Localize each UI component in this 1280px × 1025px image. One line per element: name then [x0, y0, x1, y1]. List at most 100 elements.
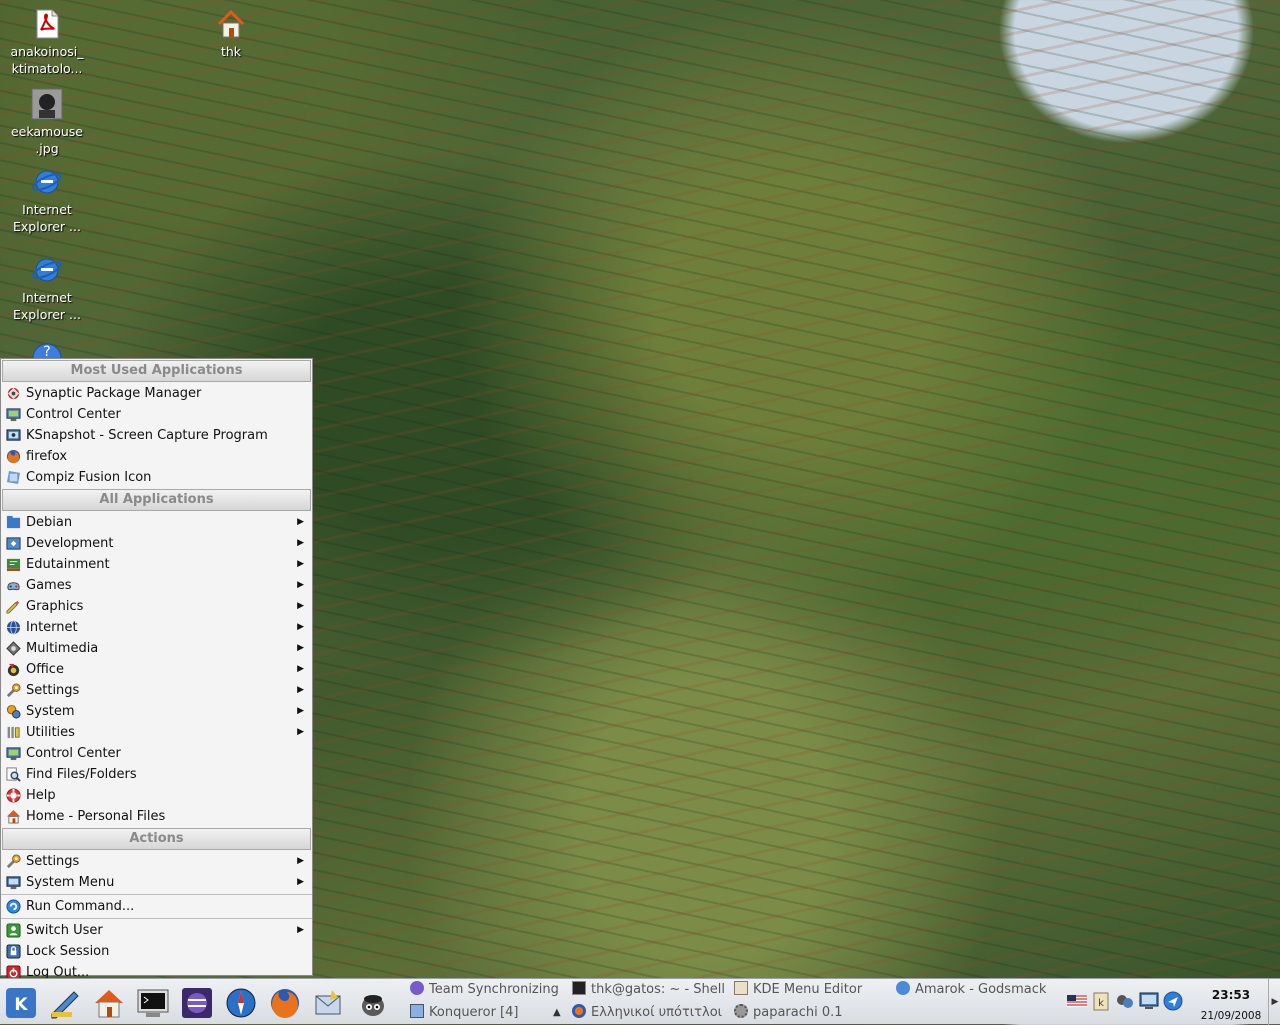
- menu-item-control-center-2[interactable]: Control Center: [1, 743, 312, 764]
- submenu-arrow-icon: ▶: [297, 727, 304, 737]
- us-flag-icon[interactable]: [1067, 991, 1087, 1011]
- menu-item-label: Multimedia: [26, 641, 99, 656]
- klipper-icon[interactable]: k: [1091, 991, 1111, 1011]
- kwrite-icon[interactable]: [48, 986, 82, 1020]
- menu-item-utilities[interactable]: Utilities ▶: [1, 722, 312, 743]
- menu-item-multimedia[interactable]: Multimedia ▶: [1, 638, 312, 659]
- menu-item-development[interactable]: Development ▶: [1, 533, 312, 554]
- menu-item-label: Debian: [26, 515, 73, 530]
- menu-item-system[interactable]: System ▶: [1, 701, 312, 722]
- gimp-icon[interactable]: [356, 986, 390, 1020]
- desktop-icon-label: ktimatolo...: [11, 61, 83, 76]
- menu-item-lock-session[interactable]: Lock Session: [1, 941, 312, 962]
- submenu-arrow-icon: ▶: [297, 685, 304, 695]
- clock-time[interactable]: 23:53: [1200, 988, 1262, 1002]
- menu-item-switch-user[interactable]: Switch User ▶: [1, 920, 312, 941]
- development-icon: [6, 537, 21, 550]
- wifi-icon[interactable]: [1163, 991, 1183, 1011]
- task-shell[interactable]: thk@gatos: ~ - Shell: [572, 979, 724, 1000]
- menu-editor-icon: [734, 981, 748, 995]
- camera-icon: [6, 429, 21, 441]
- desktop-icon-home[interactable]: thk: [189, 8, 273, 60]
- menu-item-label: KSnapshot - Screen Capture Program: [26, 428, 268, 443]
- menu-item-edutainment[interactable]: Edutainment ▶: [1, 554, 312, 575]
- submenu-arrow-icon: ▶: [297, 925, 304, 935]
- games-icon: [7, 582, 20, 591]
- help-desktop-icon[interactable]: ?: [31, 340, 63, 360]
- task-group-arrow[interactable]: ▲: [553, 1002, 565, 1023]
- menu-item-label: firefox: [26, 449, 68, 464]
- task-team-sync[interactable]: Team Synchronizing: [410, 979, 560, 1000]
- desktop-icon-label: thk: [220, 44, 242, 59]
- terminal-icon[interactable]: [136, 986, 170, 1020]
- display-icon[interactable]: [1139, 991, 1159, 1011]
- utilities-icon: [7, 726, 20, 739]
- menu-item-run-command[interactable]: Run Command...: [1, 896, 312, 917]
- task-paparachi[interactable]: paparachi 0.1: [734, 1002, 884, 1023]
- menu-item-office[interactable]: Office ▶: [1, 659, 312, 680]
- svg-text:k: k: [1098, 998, 1104, 1009]
- menu-item-help[interactable]: Help: [1, 785, 312, 806]
- menu-item-home[interactable]: Home - Personal Files: [1, 806, 312, 827]
- desktop-icon-pdf[interactable]: anakoinosi_ ktimatolo...: [5, 8, 89, 77]
- desktop-icon-image[interactable]: eekamouse .jpg: [5, 88, 89, 157]
- menu-item-control-center[interactable]: Control Center: [1, 404, 312, 425]
- mail-icon[interactable]: [312, 986, 346, 1020]
- section-most-used: Most Used Applications: [2, 360, 311, 382]
- menu-item-label: Control Center: [26, 407, 121, 422]
- debian-icon: [6, 515, 21, 529]
- desktop-icon-ie-2[interactable]: Internet Explorer ...: [5, 254, 89, 323]
- desktop-icon-label: Internet: [22, 290, 72, 305]
- konqueror-icon: [410, 1004, 424, 1018]
- desktop-icon-label: Explorer ...: [13, 307, 81, 322]
- task-konqueror[interactable]: Konqueror [4]: [410, 1002, 550, 1023]
- menu-item-system-menu[interactable]: System Menu ▶: [1, 872, 312, 893]
- gear-icon: [734, 1004, 748, 1018]
- firefox-icon[interactable]: [268, 986, 302, 1020]
- submenu-arrow-icon: ▶: [297, 538, 304, 548]
- clock-date[interactable]: 21/09/2008: [1196, 1010, 1266, 1022]
- find-icon: [6, 767, 21, 782]
- switch-user-icon: [6, 923, 21, 938]
- network-icon[interactable]: [1115, 991, 1135, 1011]
- browser-icon[interactable]: [224, 986, 258, 1020]
- menu-item-label: Run Command...: [26, 899, 135, 914]
- menu-item-label: System Menu: [26, 875, 115, 890]
- menu-item-actions-settings[interactable]: Settings ▶: [1, 851, 312, 872]
- multimedia-icon: [6, 641, 21, 656]
- menu-item-internet[interactable]: Internet ▶: [1, 617, 312, 638]
- panel-hide-button[interactable]: ▶: [1268, 979, 1280, 1025]
- menu-item-ksnapshot[interactable]: KSnapshot - Screen Capture Program: [1, 425, 312, 446]
- menu-item-settings[interactable]: Settings ▶: [1, 680, 312, 701]
- menu-item-label: Edutainment: [26, 557, 110, 572]
- task-label: Team Synchronizing: [429, 982, 559, 997]
- internet-explorer-icon: [32, 258, 62, 282]
- terminal-icon: [572, 981, 586, 995]
- task-firefox[interactable]: Ελληνικοί υπότιτλοι σ: [572, 1002, 724, 1023]
- eclipse-icon[interactable]: [180, 986, 214, 1020]
- kde-menu-icon[interactable]: K: [4, 986, 38, 1020]
- menu-item-firefox[interactable]: firefox: [1, 446, 312, 467]
- menu-separator: [1, 894, 312, 895]
- submenu-arrow-icon: ▶: [297, 622, 304, 632]
- task-menu-editor[interactable]: KDE Menu Editor: [734, 979, 884, 1000]
- home-icon[interactable]: [92, 986, 126, 1020]
- menu-item-compiz[interactable]: Compiz Fusion Icon: [1, 467, 312, 488]
- menu-item-find-files[interactable]: Find Files/Folders: [1, 764, 312, 785]
- menu-item-graphics[interactable]: Graphics ▶: [1, 596, 312, 617]
- desktop-icon-ie-1[interactable]: Internet Explorer ...: [5, 166, 89, 235]
- section-all-applications: All Applications: [2, 489, 311, 511]
- system-menu-icon: [6, 876, 21, 890]
- control-center-icon: [6, 408, 21, 422]
- menu-item-label: Home - Personal Files: [26, 809, 166, 824]
- firefox-icon: [6, 449, 21, 464]
- menu-item-games[interactable]: Games ▶: [1, 575, 312, 596]
- office-icon: [7, 663, 20, 677]
- menu-item-debian[interactable]: Debian ▶: [1, 512, 312, 533]
- menu-item-synaptic[interactable]: Synaptic Package Manager: [1, 383, 312, 404]
- desktop-icon-label: anakoinosi_: [10, 44, 84, 59]
- menu-item-label: Development: [26, 536, 114, 551]
- task-amarok[interactable]: Amarok - Godsmack: [896, 979, 1048, 1000]
- task-label: thk@gatos: ~ - Shell: [591, 982, 724, 997]
- menu-item-label: Help: [26, 788, 56, 803]
